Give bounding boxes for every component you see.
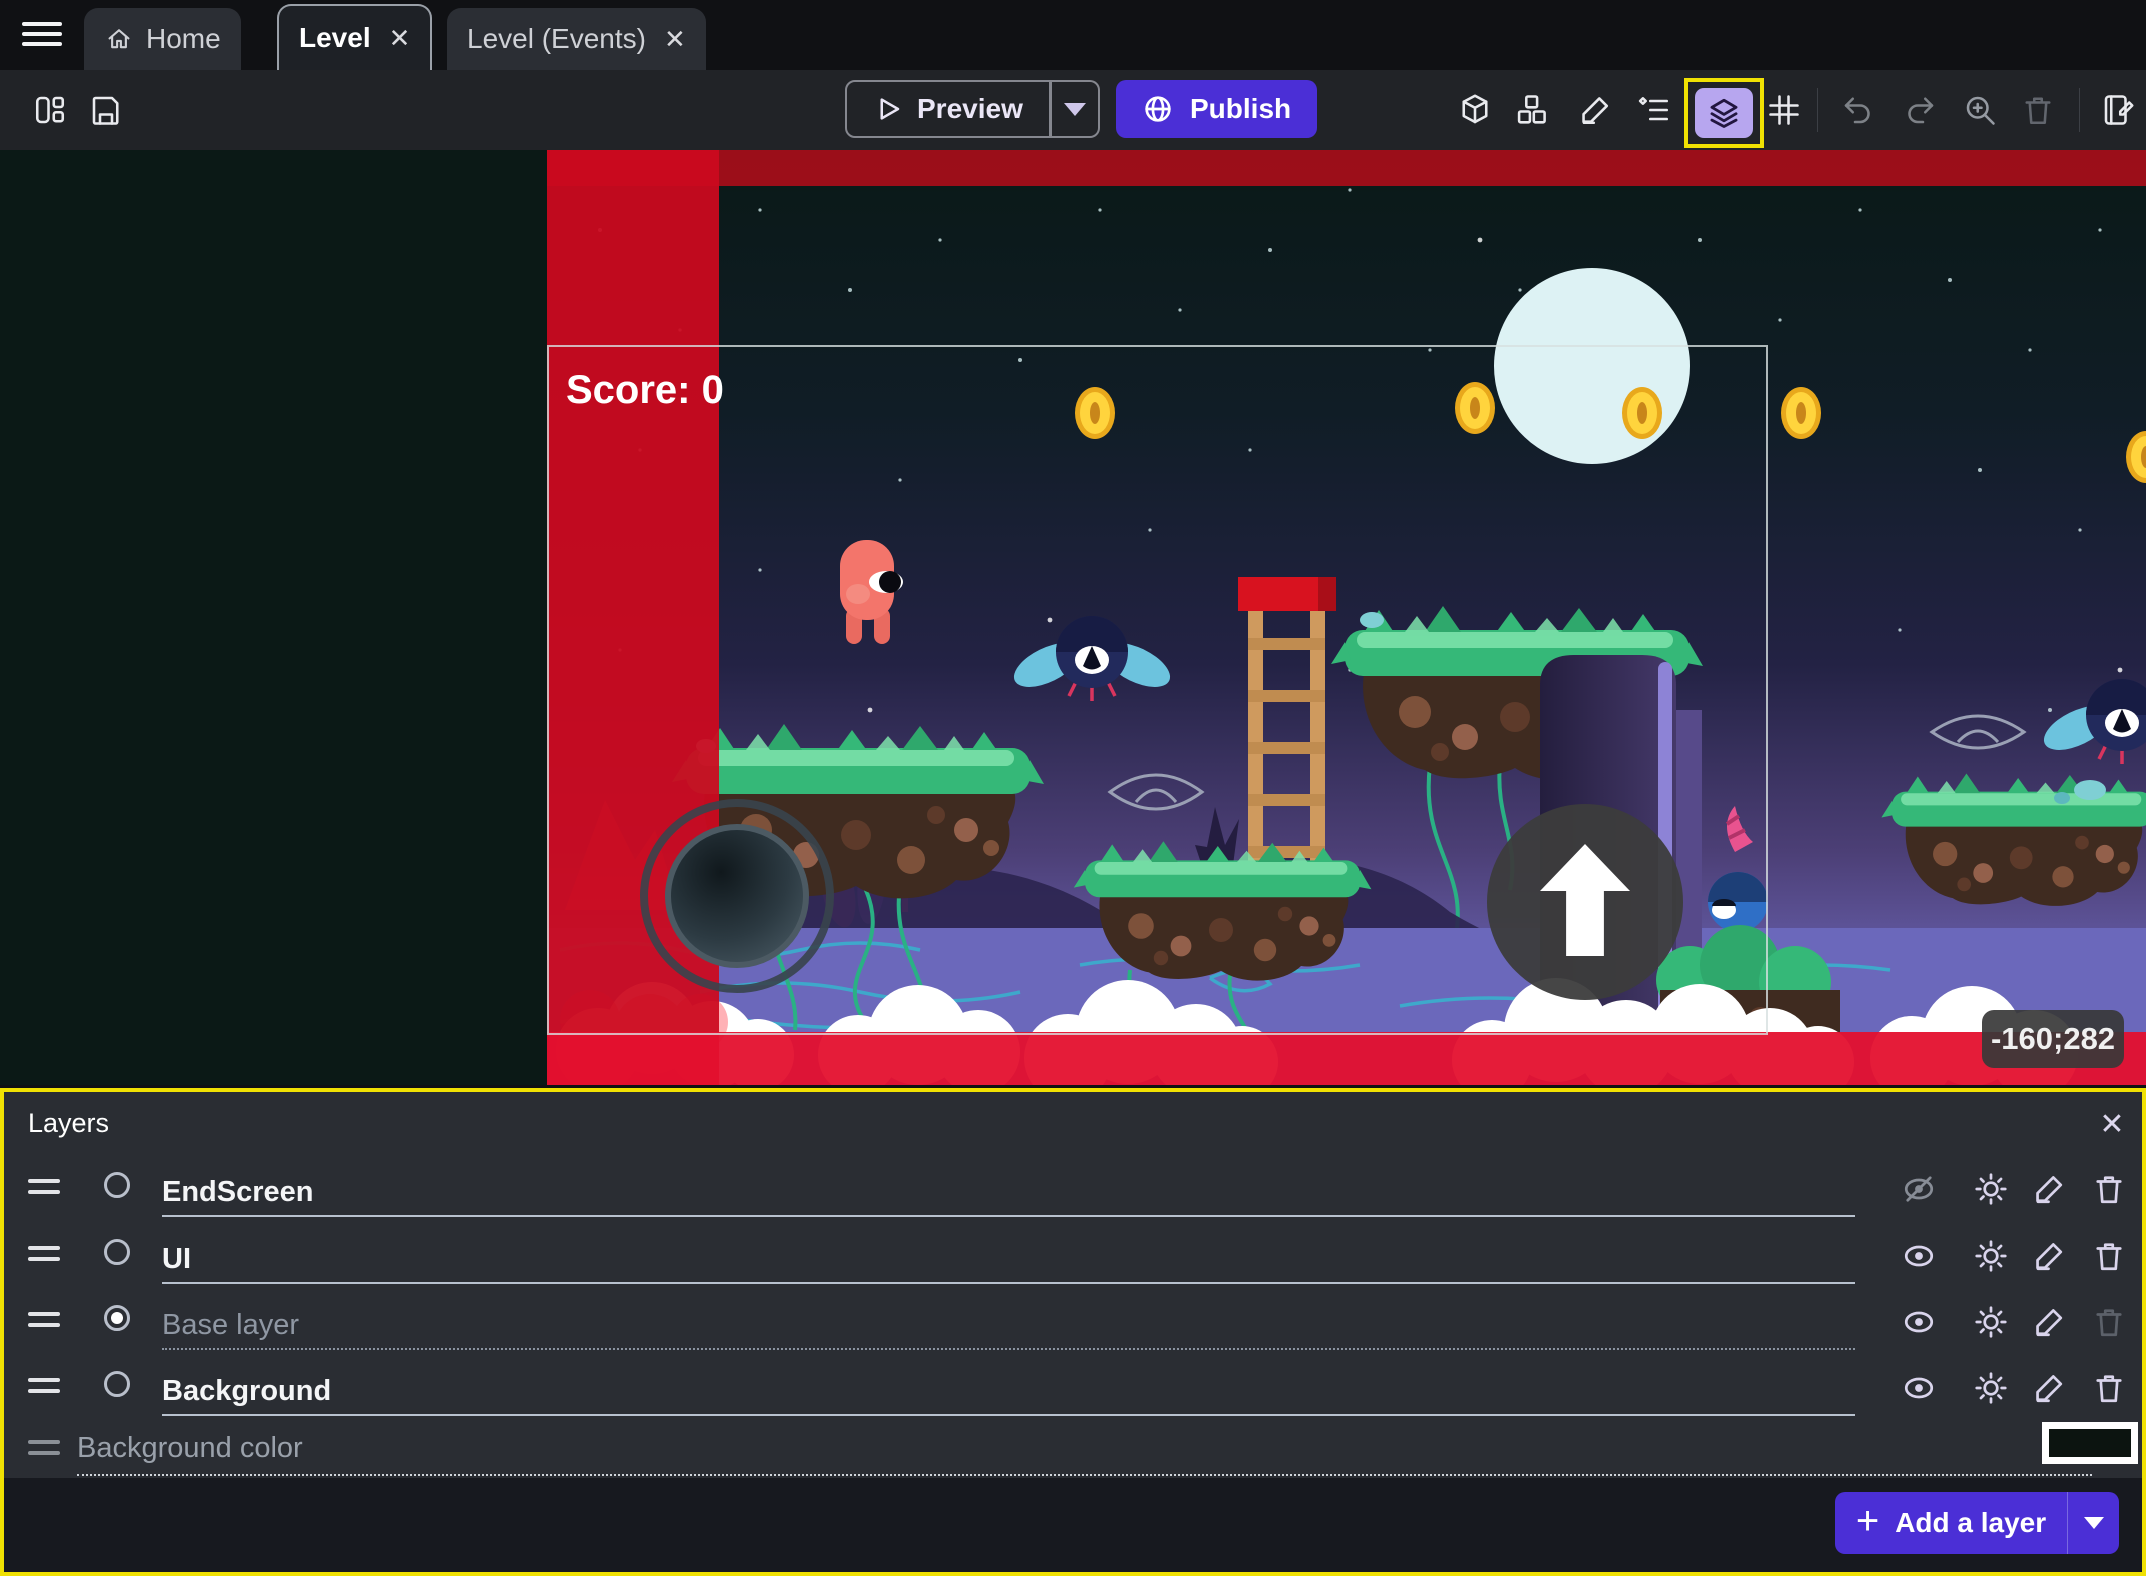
layer-name-field[interactable]: UI	[162, 1222, 1855, 1284]
toolbar: Preview Publish	[0, 70, 2146, 150]
preview-label: Preview	[917, 93, 1023, 125]
cursor-coordinates: -160;282	[1982, 1010, 2124, 1068]
add-layer-label: Add a layer	[1895, 1507, 2046, 1539]
add-layer-dropdown[interactable]	[2068, 1492, 2119, 1554]
visibility-icon[interactable]	[1897, 1234, 1941, 1278]
drag-handle-icon[interactable]	[28, 1378, 60, 1400]
delete-layer-icon[interactable]	[2087, 1366, 2131, 1410]
instances-list-icon[interactable]	[1630, 86, 1678, 134]
layer-row: Base layer	[4, 1288, 2142, 1354]
close-tab-icon[interactable]: ✕	[389, 23, 411, 54]
drag-handle-icon	[28, 1440, 60, 1462]
lighting-icon[interactable]	[1969, 1167, 2013, 1211]
toolbar-divider	[1817, 88, 1818, 132]
chevron-down-icon	[1064, 103, 1086, 116]
scene-editor-viewport[interactable]: Score: 0 -160;282	[0, 150, 2146, 1085]
3d-box-icon[interactable]	[1451, 86, 1499, 134]
jump-button[interactable]	[1487, 804, 1683, 1000]
tab-level[interactable]: Level ✕	[277, 4, 432, 70]
tab-home[interactable]: Home	[84, 8, 241, 70]
publish-label: Publish	[1190, 93, 1291, 125]
visibility-icon[interactable]	[1897, 1366, 1941, 1410]
edit-scene-properties-icon[interactable]	[2094, 86, 2142, 134]
layers-panel-button-highlighted[interactable]	[1684, 78, 1764, 148]
virtual-joystick[interactable]	[665, 824, 809, 968]
trash-icon[interactable]	[2014, 86, 2062, 134]
toolbar-divider	[2079, 88, 2080, 132]
visibility-off-icon[interactable]	[1897, 1167, 1941, 1211]
preview-button[interactable]: Preview	[845, 80, 1100, 138]
redo-icon[interactable]	[1896, 86, 1944, 134]
layer-name: EndScreen	[162, 1176, 314, 1209]
plus-icon: +	[1856, 1501, 1879, 1541]
lighting-icon[interactable]	[1969, 1300, 2013, 1344]
up-arrow-icon	[1540, 844, 1630, 956]
background-color-field[interactable]: Background color	[77, 1422, 2092, 1476]
edit-layer-icon[interactable]	[2028, 1167, 2072, 1211]
background-color-swatch[interactable]	[2042, 1422, 2138, 1464]
home-icon	[104, 24, 134, 54]
zoom-in-icon[interactable]	[1956, 86, 2004, 134]
edit-pencil-icon[interactable]	[1572, 86, 1620, 134]
layer-row: UI	[4, 1222, 2142, 1288]
delete-layer-icon[interactable]	[2087, 1167, 2131, 1211]
layer-name-field[interactable]: Background	[162, 1354, 1855, 1416]
layer-radio[interactable]	[104, 1172, 130, 1198]
tab-label: Home	[146, 23, 221, 55]
close-panel-icon[interactable]: ✕	[2090, 1102, 2134, 1146]
layers-icon	[1695, 88, 1753, 138]
layer-radio[interactable]	[104, 1239, 130, 1265]
drag-handle-icon[interactable]	[28, 1179, 60, 1201]
add-layer-button[interactable]: + Add a layer	[1835, 1492, 2119, 1554]
layer-name-field[interactable]: Base layer	[162, 1288, 1855, 1350]
drag-handle-icon[interactable]	[28, 1312, 60, 1334]
score-text: Score: 0	[566, 368, 724, 413]
camera-bounds-top	[547, 150, 2146, 186]
layer-row: EndScreen	[4, 1155, 2142, 1221]
play-icon	[873, 94, 903, 124]
layer-name-field[interactable]: EndScreen	[162, 1155, 1855, 1217]
background-color-label: Background color	[77, 1432, 303, 1465]
edit-layer-icon[interactable]	[2028, 1234, 2072, 1278]
panel-footer: + Add a layer	[4, 1478, 2142, 1572]
tab-label: Level	[299, 22, 371, 54]
visibility-icon[interactable]	[1897, 1300, 1941, 1344]
tab-label: Level (Events)	[467, 23, 646, 55]
edit-layer-icon[interactable]	[2028, 1366, 2072, 1410]
globe-icon	[1142, 93, 1174, 125]
layer-radio-selected[interactable]	[104, 1305, 130, 1331]
tab-bar: Home Level ✕ Level (Events) ✕	[0, 0, 2146, 70]
undo-icon[interactable]	[1834, 86, 1882, 134]
lighting-icon[interactable]	[1969, 1366, 2013, 1410]
preview-dropdown[interactable]	[1051, 80, 1100, 138]
edit-layer-icon[interactable]	[2028, 1300, 2072, 1344]
background-color-row: Background color	[4, 1422, 2142, 1478]
gdevelop-editor: Home Level ✕ Level (Events) ✕ Preview	[0, 0, 2146, 1576]
layer-name: UI	[162, 1243, 191, 1276]
layout-panels-icon[interactable]	[26, 86, 74, 134]
drag-handle-icon[interactable]	[28, 1246, 60, 1268]
layer-radio[interactable]	[104, 1371, 130, 1397]
chevron-down-icon	[2084, 1517, 2104, 1529]
layers-panel: Layers ✕ EndScreen UI	[0, 1088, 2146, 1576]
delete-layer-icon[interactable]	[2087, 1234, 2131, 1278]
tab-level-events[interactable]: Level (Events) ✕	[447, 8, 706, 70]
layer-name: Base layer	[162, 1309, 299, 1342]
objects-icon[interactable]	[1508, 86, 1556, 134]
lighting-icon[interactable]	[1969, 1234, 2013, 1278]
camera-bounds-bottom	[547, 1032, 2146, 1085]
delete-layer-icon-disabled	[2087, 1300, 2131, 1344]
grid-icon[interactable]	[1760, 86, 1808, 134]
publish-button[interactable]: Publish	[1116, 80, 1317, 138]
save-icon[interactable]	[82, 86, 130, 134]
layer-row: Background	[4, 1354, 2142, 1420]
panel-title: Layers	[28, 1108, 109, 1139]
close-tab-icon[interactable]: ✕	[664, 24, 686, 55]
menu-icon[interactable]	[22, 22, 62, 50]
layer-name: Background	[162, 1375, 331, 1408]
